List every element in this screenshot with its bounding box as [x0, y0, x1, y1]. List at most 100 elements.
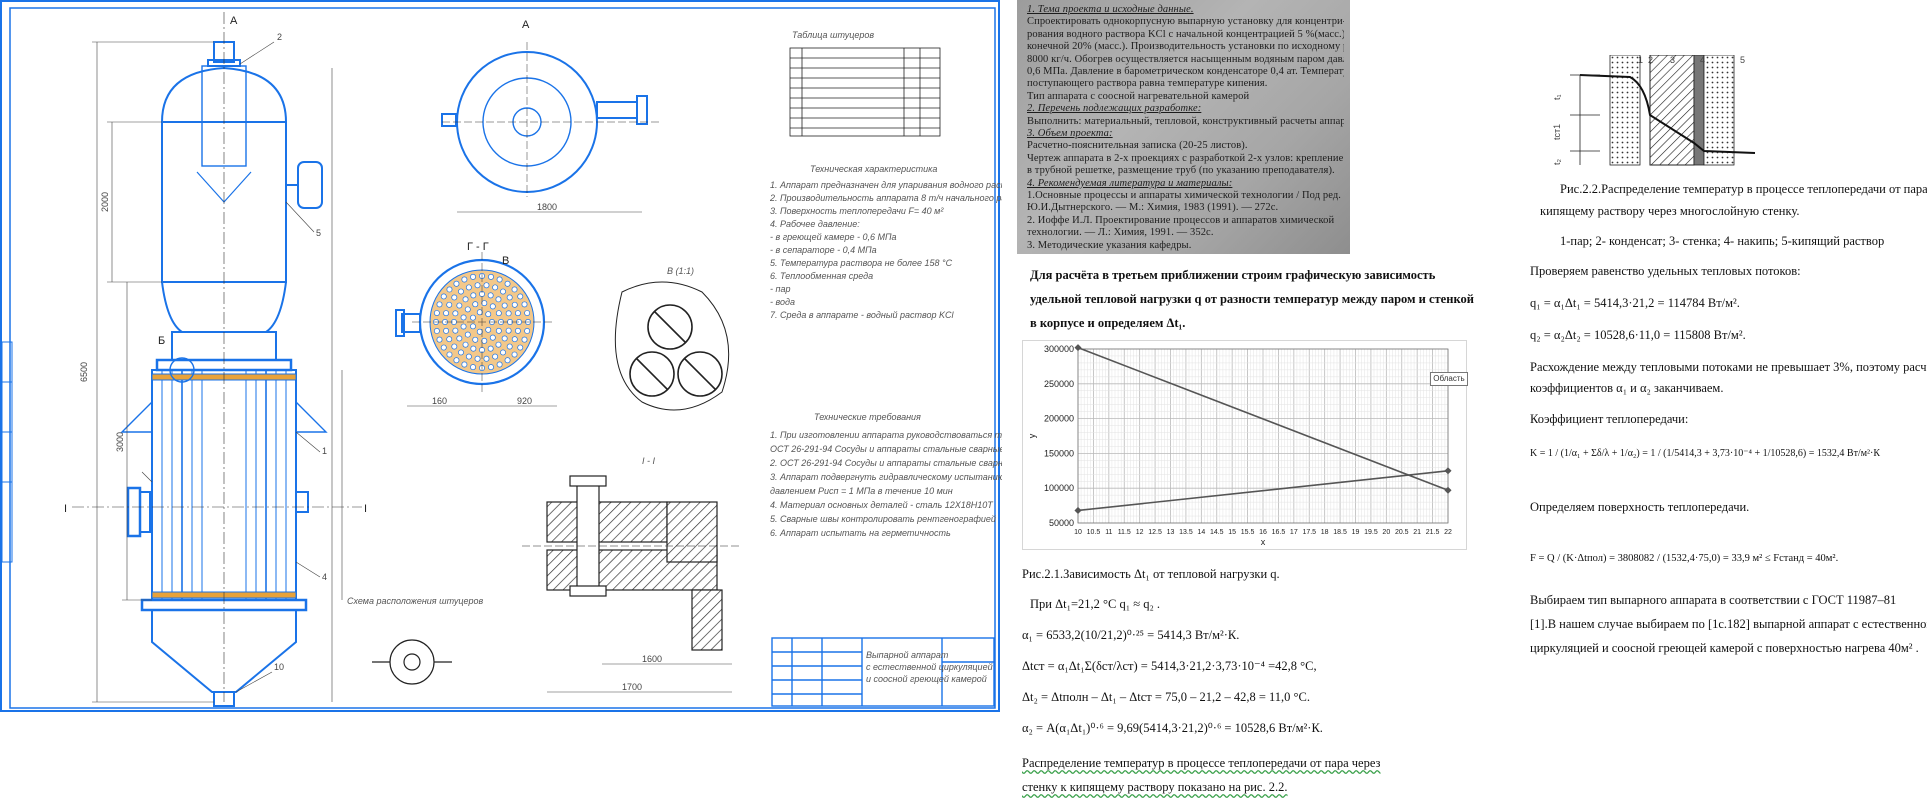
assignment-line: 1. Тема проекта и исходные данные.	[1027, 4, 1194, 15]
tech-req-line: 5. Сварные швы контролировать рентгеногр…	[770, 514, 996, 524]
tube-hole	[443, 327, 450, 334]
tube-hole	[517, 293, 524, 300]
tech-req-line: 1. При изготовлении аппарата руководство…	[770, 430, 1002, 440]
y-tick-label: 300000	[1044, 344, 1074, 354]
final-line-2: [1].В нашем случае выбираем по [1с.182] …	[1530, 617, 1927, 631]
tech-req-line: ОСТ 26-291-94 Сосуды и аппараты стальные…	[770, 444, 1002, 454]
tube-hole	[511, 286, 518, 293]
stamp-line-2: с естественной циркуляцией	[866, 662, 993, 672]
tech-char-line: - в греющей камере - 0,6 МПа	[770, 232, 897, 242]
sketch-label-4: 4	[1700, 55, 1705, 65]
tube-hole	[464, 331, 471, 338]
tube-hole	[511, 351, 518, 358]
assignment-line: технологии. — Л.: Химия, 1991. — 352с.	[1027, 227, 1214, 239]
tube-hole	[456, 302, 463, 309]
assignment-line: Спроектировать однокорпусную выпарную ус…	[1027, 16, 1344, 28]
assignment-line: 3. Объем проекта:	[1027, 128, 1113, 139]
tube-hole	[524, 310, 531, 316]
sketch-label-2: 2	[1648, 55, 1653, 65]
dtst-line: Δtст = α₁Δt₁Σ(δст/λст) = 5414,3·21,2·3,7…	[1022, 659, 1317, 673]
tube-layout-detail	[614, 281, 730, 411]
tube-hole	[453, 280, 460, 287]
tube-hole	[504, 357, 511, 364]
x-tick-label: 10	[1074, 529, 1082, 536]
assignment-line: в трубной решетке, размещение труб (по у…	[1027, 165, 1335, 177]
final-line-1: Выбираем тип выпарного аппарата в соотве…	[1530, 593, 1897, 607]
x-tick-label: 16.5	[1272, 529, 1286, 536]
assignment-line: Тип аппарата с соосной нагревательной ка…	[1027, 90, 1250, 102]
divergence-line-2: коэффициентов α₁ и α₂ заканчиваем.	[1530, 381, 1724, 395]
x-tick-label: 15	[1228, 529, 1236, 536]
tube-hole	[451, 343, 458, 350]
tube-hole	[492, 353, 499, 360]
tube-hole	[517, 344, 524, 351]
series-point	[1444, 467, 1452, 475]
x-tick-label: 10.5	[1087, 529, 1101, 536]
tube-hole	[461, 361, 468, 368]
tech-req-line: 3. Аппарат подвергнуть гидравлическому и…	[770, 472, 1002, 482]
x-tick-label: 20	[1382, 529, 1390, 536]
figure-2-2-caption-2: кипящему раствору через многослойную сте…	[1540, 204, 1800, 218]
distribution-line-2: стенку к кипящему раствору показано на р…	[1022, 780, 1288, 794]
nozzle-table	[789, 47, 941, 137]
tube-hole	[485, 326, 492, 333]
tech-char-line: - вода	[770, 297, 795, 307]
svg-text:10: 10	[274, 662, 284, 672]
sketch-caption: Схема расположения штуцеров	[347, 596, 484, 606]
q-vs-dt-chart: 50000 100000 150000 200000 250000 300000 10 10.…	[1022, 340, 1467, 550]
assignment-line: 2. Перечень подлежащих разработке:	[1027, 103, 1202, 115]
sketch-label-5: 5	[1740, 55, 1745, 65]
tube-hole	[456, 335, 463, 342]
view-a-label: А	[522, 19, 530, 31]
tube-hole	[465, 284, 472, 291]
tube-hole	[460, 314, 467, 321]
tube-hole	[474, 355, 481, 362]
sketch-svg: t₁ tст1 t₂ 1 2 3 4 5	[1552, 54, 1756, 166]
svg-text:1600: 1600	[642, 654, 662, 664]
tube-hole	[464, 306, 471, 313]
assignment-line: Чертеж аппарата в 2-х проекциях с разраб…	[1027, 152, 1344, 164]
assignment-line: Расчетно-пояснительная записка (20-25 ли…	[1027, 140, 1248, 152]
assignment-line: 1.Основные процессы и аппараты химическо…	[1027, 190, 1342, 201]
y-tick-label: 250000	[1044, 379, 1074, 389]
svg-text:4: 4	[322, 572, 327, 582]
y-tick-label: 50000	[1049, 518, 1074, 528]
svg-text:6500: 6500	[79, 362, 89, 382]
svg-text:В (1:1): В (1:1)	[667, 266, 694, 276]
tube-hole	[458, 349, 464, 356]
tube-hole	[458, 288, 464, 295]
x-tick-label: 19	[1352, 529, 1360, 536]
drawing-canvas: I I А 6500 2000 3000 2 5 1 4 10 Б А 1800…	[2, 7, 1002, 709]
x-tick-label: 22	[1444, 529, 1452, 536]
tube-hole	[506, 294, 513, 301]
tech-req-line: 4. Материал основных деталей - сталь 12Х…	[770, 500, 994, 510]
tech-char-line: 7. Среда в аппарате - водный раствор KCl	[770, 310, 955, 320]
tech-req-line: давлением Рисп = 1 МПа в течение 10 мин	[770, 486, 953, 496]
tube-hole	[443, 310, 450, 317]
x-tick-label: 13	[1167, 529, 1175, 536]
dt2-line: Δt₂ = Δtполн – Δt₁ – Δtст = 75,0 – 21,2 …	[1022, 690, 1310, 704]
tube-hole	[496, 276, 503, 283]
tube-hole	[436, 301, 443, 308]
tube-hole	[433, 310, 440, 316]
tube-hole	[446, 301, 453, 308]
intro-line-3: в корпусе и определяем Δt₁.	[1030, 316, 1186, 330]
tube-hole	[488, 364, 494, 371]
svg-text:I: I	[64, 503, 67, 515]
tube-hole	[489, 334, 496, 341]
svg-text:I - I: I - I	[642, 456, 655, 466]
x-tick-label: 17.5	[1302, 529, 1316, 536]
tube-hole	[511, 301, 518, 308]
tube-hole	[474, 282, 481, 289]
tube-hole	[495, 310, 502, 317]
tube-hole	[521, 336, 528, 343]
svg-text:Б: Б	[158, 335, 165, 347]
svg-text:А: А	[230, 15, 238, 27]
figure-2-2-caption-1: Рис.2.2.Распределение температур в проце…	[1560, 182, 1927, 196]
k-title: Коэффициент теплопередачи:	[1530, 412, 1689, 426]
tech-char-line: 2. Производительность аппарата 8 т/ч нач…	[769, 193, 1002, 203]
nozzle-sketch	[372, 639, 452, 685]
tube-hole	[492, 284, 499, 291]
assignment-line: Выполнить: материальный, тепловой, конст…	[1027, 115, 1344, 127]
engineering-drawing: I I А 6500 2000 3000 2 5 1 4 10 Б А 1800…	[0, 0, 1002, 712]
